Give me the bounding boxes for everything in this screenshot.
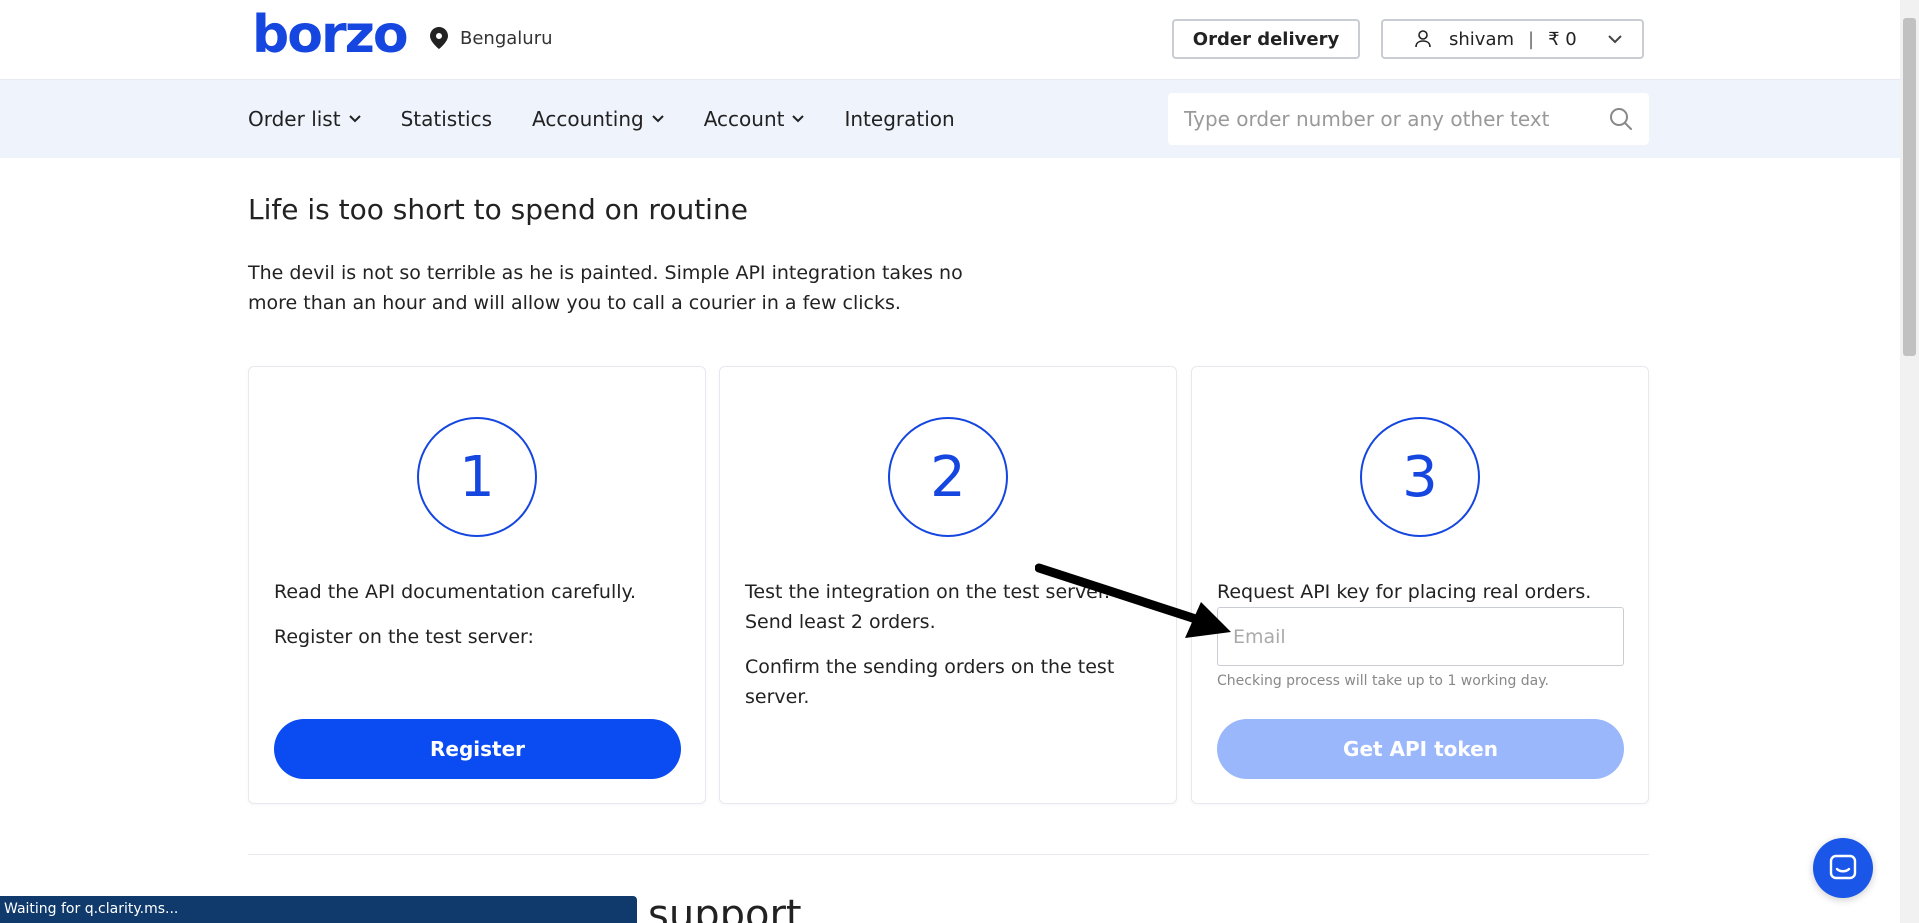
get-api-token-button[interactable]: Get API token	[1217, 719, 1624, 779]
borzo-logo[interactable]: borzo	[252, 9, 409, 61]
step-card-1: 1 Read the API documentation carefully. …	[248, 366, 706, 804]
browser-status-bar: Waiting for q.clarity.ms...	[0, 896, 637, 923]
user-menu-button[interactable]: shivam | ₹ 0	[1381, 19, 1644, 59]
chevron-down-icon	[792, 115, 805, 123]
step-line: Request API key for placing real orders.	[1217, 581, 1592, 603]
nav-item-accounting[interactable]: Accounting	[532, 107, 664, 131]
step-number: 2	[888, 417, 1008, 537]
chevron-down-icon	[651, 115, 664, 123]
step-number: 1	[417, 417, 537, 537]
step-card-3: 3 Request API key for placing real order…	[1191, 366, 1649, 804]
nav-item-integration[interactable]: Integration	[844, 107, 954, 131]
nav-item-label: Account	[703, 107, 785, 131]
support-section-title: support	[648, 892, 802, 923]
nav-item-statistics[interactable]: Statistics	[401, 107, 492, 131]
user-name: shivam	[1449, 28, 1515, 50]
search-input[interactable]	[1184, 107, 1609, 131]
step-text: Test the integration on the test server.…	[745, 577, 1155, 727]
step-line: Register on the test server:	[274, 626, 534, 648]
email-hint: Checking process will take up to 1 worki…	[1217, 673, 1549, 689]
nav-bar: Order list Statistics Accounting Account Int…	[0, 80, 1900, 158]
city-label: Bengaluru	[460, 27, 553, 49]
user-icon	[1415, 30, 1431, 48]
top-bar: borzo Bengaluru Order delivery shivam | …	[0, 0, 1900, 80]
chevron-down-icon	[348, 115, 361, 123]
email-field[interactable]	[1217, 607, 1624, 666]
nav-item-label: Order list	[248, 107, 341, 131]
step-card-2: 2 Test the integration on the test serve…	[719, 366, 1177, 804]
page-description: The devil is not so terrible as he is pa…	[248, 262, 963, 314]
chat-icon	[1829, 854, 1857, 880]
chevron-down-icon	[1608, 34, 1622, 43]
nav-item-label: Integration	[844, 107, 955, 131]
chat-button[interactable]	[1813, 838, 1873, 898]
separator: |	[1528, 28, 1535, 50]
step-line: Confirm the sending orders on the test s…	[745, 656, 1115, 708]
search-icon[interactable]	[1609, 107, 1633, 131]
step-line: Read the API documentation carefully.	[274, 581, 637, 603]
order-delivery-button[interactable]: Order delivery	[1172, 19, 1360, 59]
nav-menu: Order list Statistics Accounting Account Int…	[248, 80, 955, 158]
step-line: Test the integration on the test server.…	[745, 581, 1110, 633]
step-number: 3	[1360, 417, 1480, 537]
nav-item-order-list[interactable]: Order list	[248, 107, 361, 131]
nav-item-label: Accounting	[532, 107, 644, 131]
balance: ₹ 0	[1548, 28, 1577, 50]
nav-item-account[interactable]: Account	[704, 107, 805, 131]
page-title: Life is too short to spend on routine	[248, 193, 748, 226]
nav-item-label: Statistics	[400, 107, 493, 131]
register-button[interactable]: Register	[274, 719, 681, 779]
map-pin-icon	[430, 27, 448, 49]
city-selector[interactable]: Bengaluru	[430, 27, 553, 49]
section-divider	[248, 854, 1649, 855]
page-scrollbar[interactable]	[1900, 0, 1919, 923]
step-text: Read the API documentation carefully. Re…	[274, 577, 684, 667]
scrollbar-thumb[interactable]	[1903, 18, 1916, 356]
search-box[interactable]	[1168, 93, 1649, 145]
